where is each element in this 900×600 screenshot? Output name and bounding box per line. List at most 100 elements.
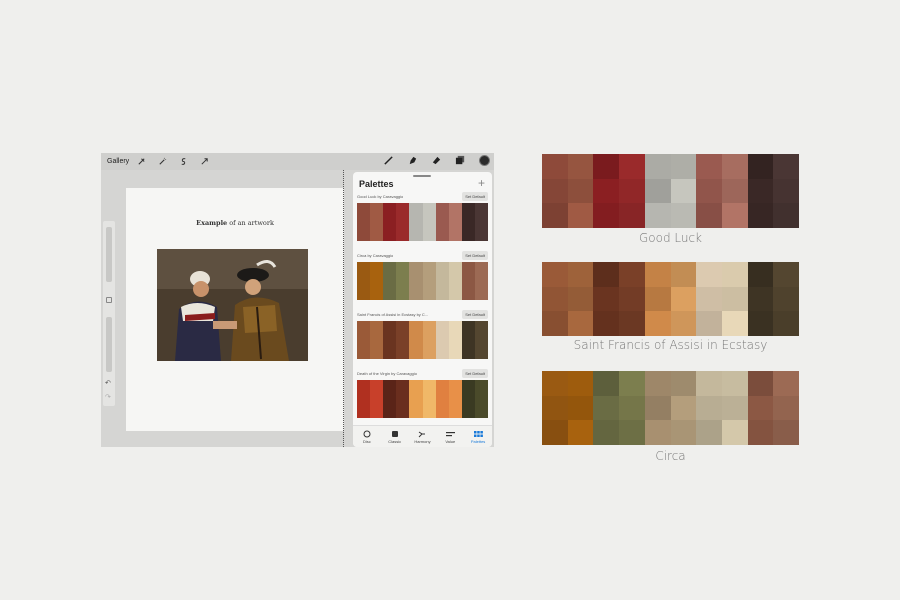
add-palette-button[interactable]: +: [478, 176, 485, 190]
palette-block[interactable]: Death of the Virgin by Caravaggio Set De…: [357, 368, 488, 418]
tab-label: Disc: [363, 439, 371, 444]
palette-color[interactable]: [435, 321, 449, 359]
palette-color[interactable]: [357, 262, 371, 300]
palette-color[interactable]: [422, 380, 436, 418]
modify-button[interactable]: [106, 297, 112, 303]
palette-grid[interactable]: [357, 262, 488, 300]
swatch-cell: [773, 154, 799, 179]
palette-color[interactable]: [474, 321, 488, 359]
palette-grid[interactable]: [357, 321, 488, 359]
tab-disc[interactable]: Disc: [355, 429, 379, 444]
palette-color[interactable]: [461, 203, 475, 241]
selection-icon[interactable]: [179, 157, 188, 166]
palette-color[interactable]: [357, 380, 371, 418]
palette-color[interactable]: [448, 203, 462, 241]
harmony-icon: [418, 429, 427, 438]
palette-color[interactable]: [448, 321, 462, 359]
palette-color[interactable]: [396, 380, 410, 418]
palette-color[interactable]: [409, 203, 423, 241]
swatch-cell: [773, 420, 799, 445]
tab-harmony[interactable]: Harmony: [410, 429, 434, 444]
panel-grabber[interactable]: [413, 175, 431, 177]
right-tools: [383, 155, 490, 166]
swatch-cell: [696, 203, 722, 228]
palette-color[interactable]: [461, 380, 475, 418]
palette-color[interactable]: [383, 321, 397, 359]
palette-color[interactable]: [396, 262, 410, 300]
wrench-icon[interactable]: [137, 157, 146, 166]
palette-color[interactable]: [474, 380, 488, 418]
set-default-button[interactable]: Set Default: [462, 368, 488, 378]
swatch-label: Good Luck: [638, 231, 703, 245]
swatch-cell: [721, 154, 748, 179]
swatch-cell: [747, 262, 774, 287]
tab-label: Classic: [388, 439, 402, 444]
transform-icon[interactable]: [200, 157, 209, 166]
redo-icon[interactable]: ↷: [105, 393, 111, 401]
palette-color[interactable]: [370, 380, 384, 418]
palette-color[interactable]: [396, 203, 410, 241]
swatch-cell: [567, 395, 594, 421]
tab-label: Value: [445, 439, 456, 444]
tab-classic[interactable]: Classic: [383, 429, 407, 444]
brush-icon[interactable]: [383, 155, 394, 166]
palette-color[interactable]: [370, 203, 384, 241]
palette-color[interactable]: [435, 262, 449, 300]
palette-block[interactable]: Good Luck by Caravaggio Set Default: [357, 191, 488, 241]
palette-color[interactable]: [396, 321, 410, 359]
swatch-cell: [721, 262, 748, 287]
palette-color[interactable]: [383, 203, 397, 241]
palette-color[interactable]: [357, 203, 371, 241]
palette-color[interactable]: [474, 203, 488, 241]
palette-color[interactable]: [461, 262, 475, 300]
palette-color[interactable]: [448, 380, 462, 418]
palette-color[interactable]: [409, 262, 423, 300]
swatch-cell: [644, 154, 671, 179]
layers-icon[interactable]: [455, 155, 466, 166]
palette-block[interactable]: Circa by Caravaggio Set Default: [357, 250, 488, 300]
swatch-cell: [542, 311, 568, 336]
set-default-button[interactable]: Set Default: [462, 309, 488, 319]
swatch-cell: [747, 311, 774, 336]
set-default-button[interactable]: Set Default: [462, 191, 488, 201]
tab-value[interactable]: Value: [438, 429, 462, 444]
color-icon[interactable]: [479, 155, 490, 166]
swatch-cell: [619, 371, 645, 396]
swatch-good-luck: [542, 154, 799, 228]
palette-block[interactable]: Saint Francis of Assisi in Ecstasy by C.…: [357, 309, 488, 359]
palette-color[interactable]: [435, 380, 449, 418]
palette-color[interactable]: [435, 203, 449, 241]
palette-color[interactable]: [409, 380, 423, 418]
swatch-cell: [644, 203, 671, 228]
palette-name: Circa by Caravaggio: [357, 252, 394, 258]
palette-color[interactable]: [357, 321, 371, 359]
palette-color[interactable]: [422, 203, 436, 241]
palette-color[interactable]: [370, 262, 384, 300]
palette-color[interactable]: [461, 321, 475, 359]
tab-palettes[interactable]: Palettes: [466, 429, 490, 444]
set-default-button[interactable]: Set Default: [462, 250, 488, 260]
swatch-cell: [644, 420, 671, 445]
smudge-icon[interactable]: [407, 155, 418, 166]
sidebar: ↶ ↷: [103, 221, 115, 406]
opacity-slider[interactable]: [106, 317, 112, 372]
undo-icon[interactable]: ↶: [105, 379, 111, 387]
palette-color[interactable]: [370, 321, 384, 359]
palette-color[interactable]: [422, 321, 436, 359]
swatch-cell: [593, 286, 620, 312]
palette-color[interactable]: [409, 321, 423, 359]
brush-size-slider[interactable]: [106, 227, 112, 282]
palette-color[interactable]: [383, 262, 397, 300]
palette-grid[interactable]: [357, 203, 488, 241]
swatch-cell: [619, 420, 645, 445]
gallery-button[interactable]: Gallery: [107, 158, 129, 165]
palette-color[interactable]: [448, 262, 462, 300]
palette-color[interactable]: [383, 380, 397, 418]
magic-wand-icon[interactable]: [158, 157, 167, 166]
swatch-cell: [619, 311, 645, 336]
palette-color[interactable]: [422, 262, 436, 300]
palette-color[interactable]: [474, 262, 488, 300]
eraser-icon[interactable]: [431, 155, 442, 166]
palette-grid[interactable]: [357, 380, 488, 418]
canvas[interactable]: Example of an artwork: [126, 188, 344, 431]
